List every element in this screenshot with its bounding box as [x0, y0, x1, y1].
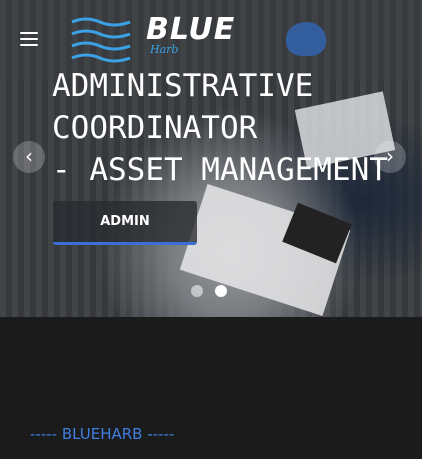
brand-tagline: Harb [150, 43, 179, 56]
hero-title-line: ADMINISTRATIVE [52, 68, 314, 104]
admin-button[interactable]: ADMIN [53, 201, 197, 245]
chevron-right-icon: › [386, 144, 394, 168]
brand-logo[interactable]: BLUE Harb [70, 12, 260, 64]
carousel-dot[interactable] [191, 285, 203, 297]
section-heading: ----- BLUEHARB ----- [30, 425, 175, 443]
chevron-left-icon: ‹ [25, 144, 33, 168]
carousel-next-button[interactable]: › [374, 141, 406, 173]
hero-title-line: - ASSET MANAGEMENT [52, 152, 388, 188]
brand-name: BLUE [146, 12, 236, 47]
hero-title-line: COORDINATOR [52, 110, 258, 146]
hamburger-icon[interactable] [20, 32, 38, 46]
waves-icon [71, 17, 131, 63]
carousel-prev-button[interactable]: ‹ [13, 141, 45, 173]
carousel-dot-active[interactable] [215, 285, 227, 297]
carousel-indicators [191, 285, 227, 297]
hero-carousel: BLUE Harb ADMINISTRATIVE COORDINATOR - ASS… [0, 0, 422, 317]
hero-title: ADMINISTRATIVE COORDINATOR - ASSET MANAGEM… [52, 65, 388, 191]
